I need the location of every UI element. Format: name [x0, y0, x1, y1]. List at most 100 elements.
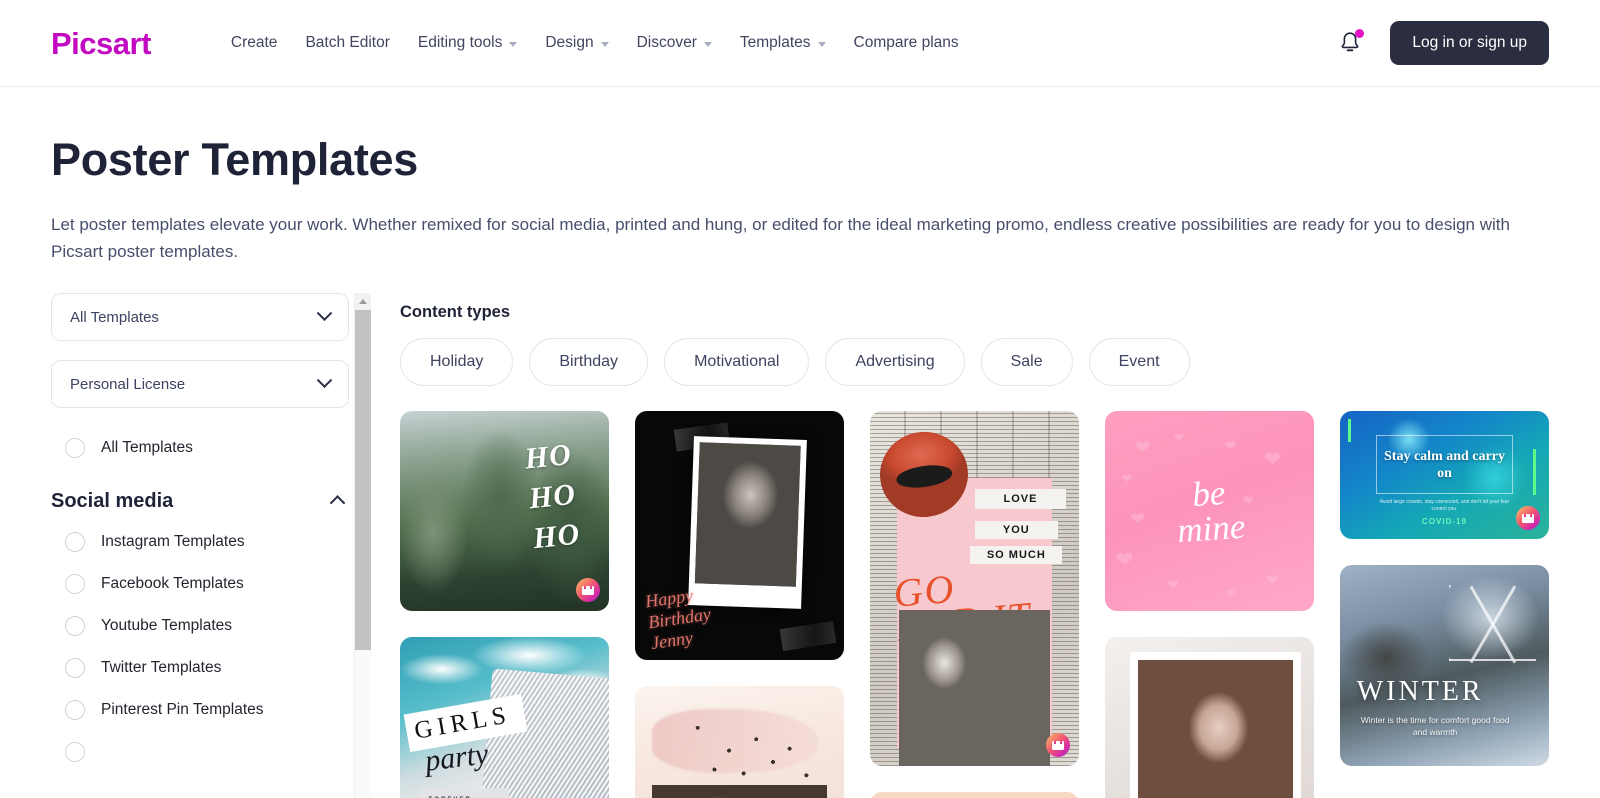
template-thumbnail: ❤ ❤ ❤ ❤ ❤ ❤ ❤ ❤ ❤ ❤ ❤ be mine: [1105, 411, 1314, 611]
nav-item-batch-editor[interactable]: Batch Editor: [291, 24, 403, 62]
template-card-text: be mine: [1175, 472, 1247, 551]
sidebar-item-youtube-templates[interactable]: Youtube Templates: [51, 605, 349, 647]
content-types-label: Content types: [400, 303, 511, 321]
template-thumbnail: [1105, 637, 1314, 798]
notification-dot: [1355, 29, 1365, 38]
main-content: All Templates Personal License All Templ…: [51, 293, 1549, 798]
template-masonry-grid: HOHOHO GIRLS party FOREVER FOREVER FOREV…: [400, 411, 1549, 798]
photo-frame: [1130, 651, 1302, 798]
template-card-model-polaroid[interactable]: [1105, 637, 1314, 798]
template-thumbnail: LOVE YOU SO MUCH GOFOR IT: [870, 411, 1079, 766]
template-card-subtitle: party: [423, 736, 491, 778]
pill-event[interactable]: Event: [1088, 338, 1190, 386]
sidebar-item-label: Pinterest Pin Templates: [101, 701, 264, 718]
chevron-down-icon: [316, 371, 333, 388]
scrollbar-thumb[interactable]: [355, 310, 371, 650]
template-card-stay-calm-carry-on[interactable]: Stay calm and carry on Avoid large crowd…: [1340, 411, 1549, 539]
template-card-text: HO HO HO: [522, 437, 582, 556]
picsart-logo[interactable]: Picsart: [51, 28, 151, 59]
chevron-down-icon: [316, 304, 333, 321]
neon-bar-decoration: [1348, 418, 1352, 442]
instagram-template-badge-icon: [1046, 733, 1070, 757]
sidebar-item-label: Youtube Templates: [101, 617, 232, 634]
content-type-pills: Holiday Birthday Motivational Advertisin…: [400, 338, 1549, 386]
headline-box: Stay calm and carry on: [1375, 435, 1514, 495]
pill-birthday[interactable]: Birthday: [529, 338, 649, 386]
template-card-happy-birthday-jenny[interactable]: Happy Birthday Jenny: [635, 411, 844, 660]
spa-girls-photo: [899, 609, 1050, 766]
social-media-group-toggle[interactable]: Social media: [51, 469, 349, 521]
radio-button[interactable]: [65, 574, 85, 594]
pill-motivational[interactable]: Motivational: [664, 338, 810, 386]
sidebar-item-label: Facebook Templates: [101, 575, 244, 592]
select-value: Personal License: [70, 375, 186, 393]
triangle-up-icon: [359, 299, 367, 304]
nav-label: Create: [230, 34, 278, 51]
filter-label: All Templates: [101, 439, 193, 456]
notifications-button[interactable]: [1338, 29, 1365, 56]
nav-item-discover[interactable]: Discover: [623, 24, 726, 62]
pill-advertising[interactable]: Advertising: [825, 338, 965, 386]
template-type-select[interactable]: All Templates: [51, 293, 349, 341]
chevron-down-icon: [703, 41, 712, 47]
sidebar-item-label: Instagram Templates: [101, 533, 245, 550]
chevron-up-icon: [329, 495, 346, 511]
template-thumbnail: WINTER Winter is the time for comfort go…: [1340, 565, 1549, 766]
page-description: Let poster templates elevate your work. …: [51, 215, 1510, 261]
nav-item-editing-tools[interactable]: Editing tools: [404, 24, 531, 62]
instagram-template-badge-icon: [576, 578, 600, 602]
primary-navigation: Create Batch Editor Editing tools Design…: [217, 24, 973, 62]
confetti-stars-decoration: [635, 686, 844, 798]
template-card-be-mine[interactable]: ❤ ❤ ❤ ❤ ❤ ❤ ❤ ❤ ❤ ❤ ❤ be mine: [1105, 411, 1314, 611]
page-container: Poster Templates Let poster templates el…: [0, 134, 1600, 798]
template-card-go-for-it[interactable]: LOVE YOU SO MUCH GOFOR IT: [870, 411, 1079, 766]
radio-button[interactable]: [65, 700, 85, 720]
template-card-ho-ho-ho[interactable]: HO HO HO: [400, 411, 609, 611]
nav-item-design[interactable]: Design: [531, 24, 622, 62]
sidebar-item-twitter-templates[interactable]: Twitter Templates: [51, 647, 349, 689]
pill-sale[interactable]: Sale: [980, 338, 1073, 386]
group-title: Social media: [51, 490, 174, 512]
login-signup-button[interactable]: Log in or sign up: [1390, 21, 1549, 65]
nav-item-create[interactable]: Create: [217, 24, 292, 62]
template-thumbnail: HO HO HO: [400, 411, 609, 611]
template-card-love-line-1: LOVE: [974, 489, 1067, 510]
instagram-template-badge-icon: [1516, 506, 1540, 530]
radio-button[interactable]: [65, 616, 85, 636]
nav-label: Templates: [739, 34, 811, 51]
scroll-up-arrow-button[interactable]: [355, 293, 371, 310]
filter-all-templates[interactable]: All Templates: [51, 427, 349, 469]
template-card-winter[interactable]: WINTER Winter is the time for comfort go…: [1340, 565, 1549, 766]
filters-sidebar: All Templates Personal License All Templ…: [51, 293, 349, 798]
radio-button[interactable]: [65, 742, 85, 762]
nav-item-templates[interactable]: Templates: [726, 24, 840, 62]
radio-button[interactable]: [65, 658, 85, 678]
template-card-subtitle: Winter is the time for comfort good food…: [1360, 714, 1510, 737]
chevron-down-icon: [817, 41, 826, 47]
template-card-footer: FOREVER FOREVER FOREVER FOREVER FOREVER …: [418, 788, 509, 798]
template-thumbnail: GIRLS party FOREVER FOREVER FOREVER FORE…: [400, 637, 609, 798]
template-card-pink-confetti-girl[interactable]: [635, 686, 844, 798]
radio-button[interactable]: [65, 532, 85, 552]
radio-button[interactable]: [65, 438, 85, 458]
sidebar-item-partial[interactable]: [51, 731, 349, 773]
template-card-text: Happy Birthday Jenny: [643, 585, 712, 654]
nav-item-compare-plans[interactable]: Compare plans: [840, 24, 973, 62]
templates-gallery: Content types Holiday Birthday Motivatio…: [371, 293, 1549, 798]
sidebar-item-pinterest-pin-templates[interactable]: Pinterest Pin Templates: [51, 689, 349, 731]
sidebar-item-facebook-templates[interactable]: Facebook Templates: [51, 563, 349, 605]
nav-label: Design: [545, 34, 594, 51]
sidebar-item-instagram-templates[interactable]: Instagram Templates: [51, 521, 349, 563]
template-card-girls-party[interactable]: GIRLS party FOREVER FOREVER FOREVER FORE…: [400, 637, 609, 798]
chevron-down-icon: [509, 41, 518, 47]
select-value: All Templates: [70, 308, 159, 326]
template-thumbnail: [635, 686, 844, 798]
neon-bar-decoration: [1533, 449, 1537, 496]
chevron-down-icon: [600, 41, 609, 47]
sidebar-scrollbar[interactable]: [354, 293, 371, 798]
license-select[interactable]: Personal License: [51, 360, 349, 408]
site-header: Picsart Create Batch Editor Editing tool…: [0, 0, 1600, 87]
pill-holiday[interactable]: Holiday: [400, 338, 514, 386]
nav-label: Batch Editor: [305, 34, 390, 51]
template-card-peach-partial[interactable]: [870, 792, 1079, 798]
